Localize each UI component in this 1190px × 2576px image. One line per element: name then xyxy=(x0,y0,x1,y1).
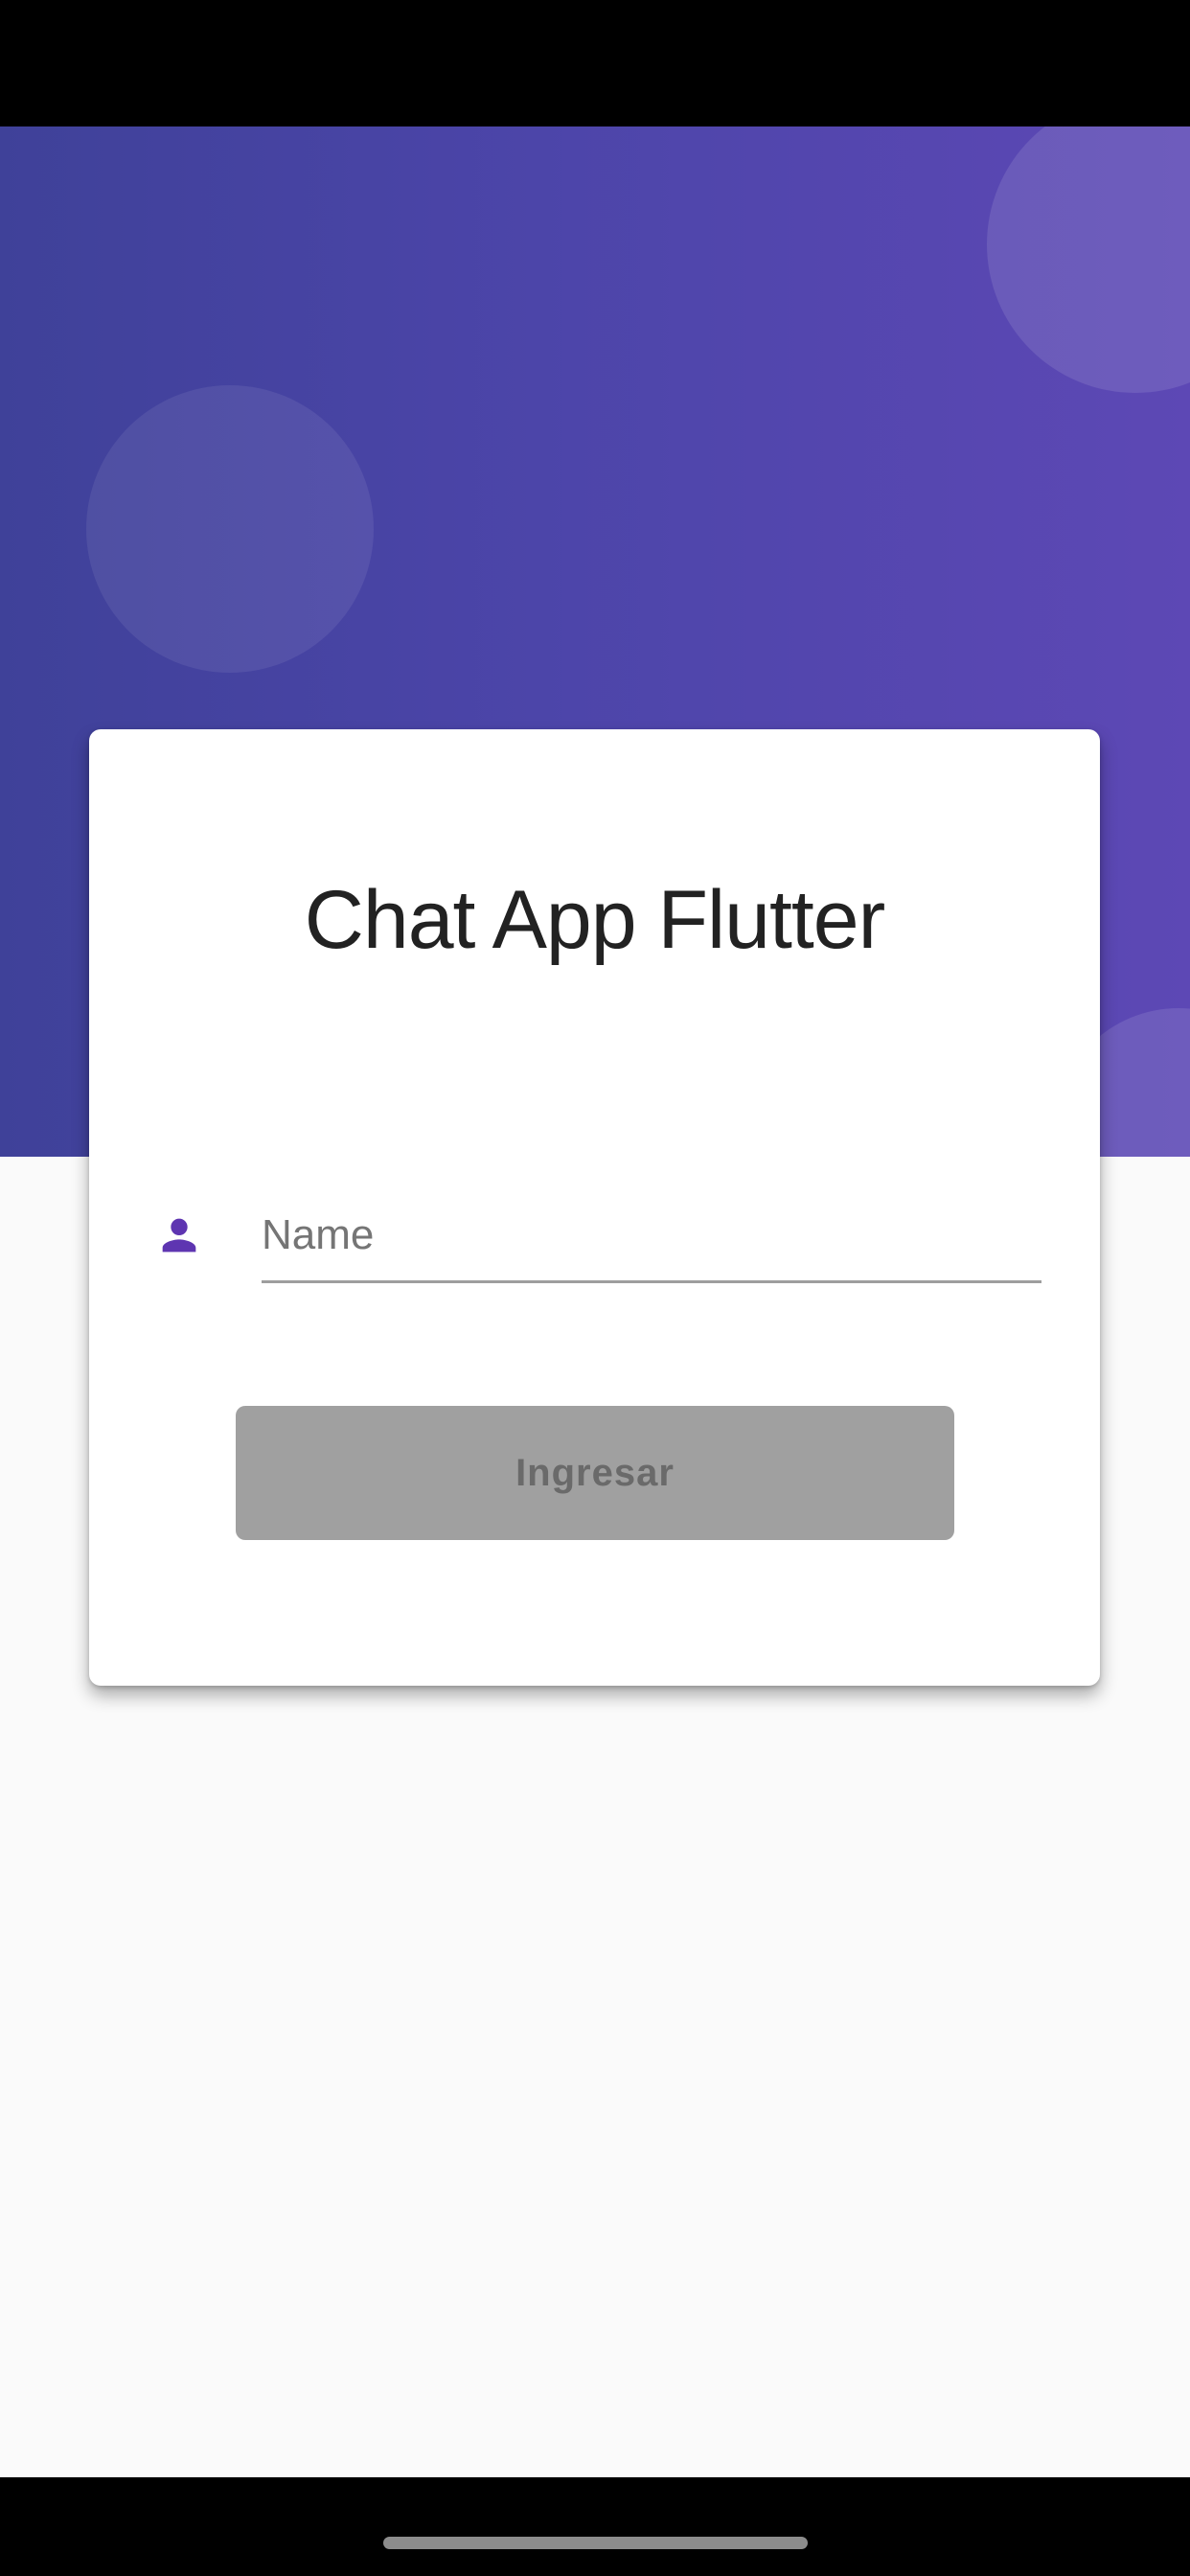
login-card: Chat App Flutter Ingresar xyxy=(89,729,1100,1686)
home-indicator[interactable] xyxy=(383,2537,808,2549)
name-input[interactable] xyxy=(262,1189,1041,1283)
person-icon xyxy=(162,1218,196,1253)
navigation-bar xyxy=(0,2477,1190,2576)
ingresar-button[interactable]: Ingresar xyxy=(236,1406,954,1540)
decorative-circle xyxy=(987,126,1190,393)
login-screen: Chat App Flutter Ingresar xyxy=(0,0,1190,2576)
decorative-circle xyxy=(86,385,374,673)
app-title: Chat App Flutter xyxy=(304,874,885,966)
status-bar xyxy=(0,0,1190,126)
